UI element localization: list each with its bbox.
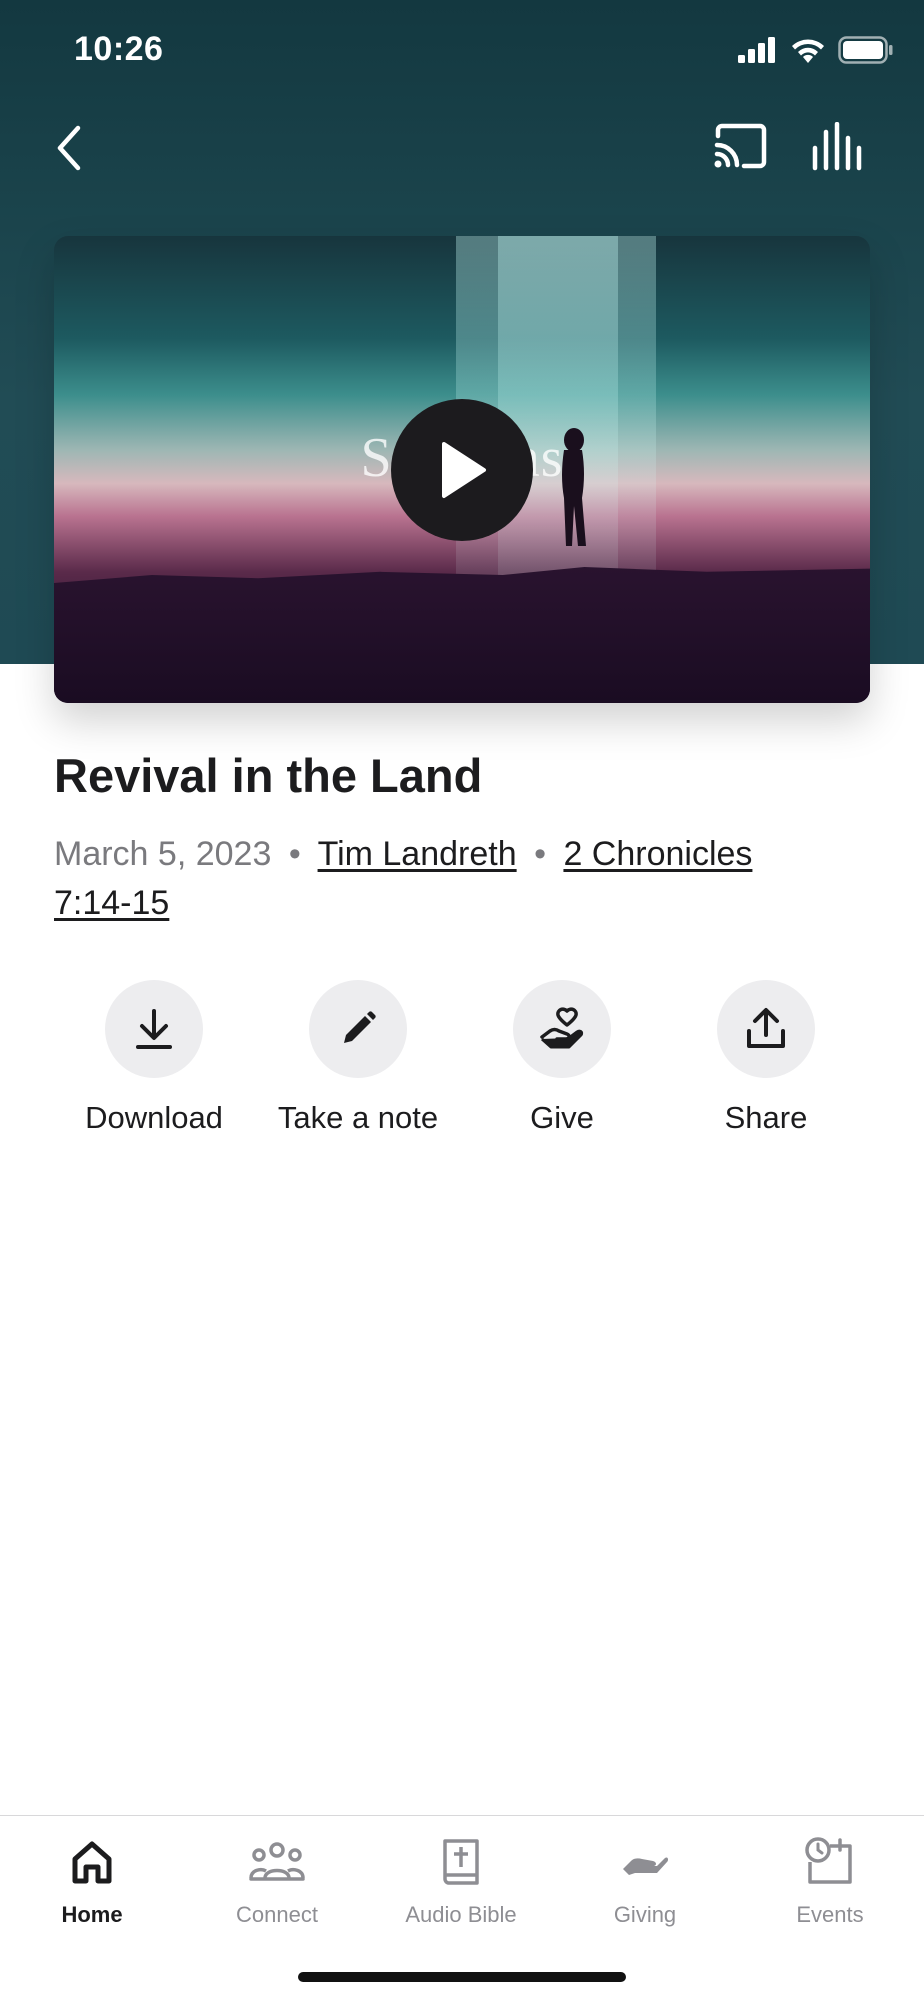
share-icon xyxy=(747,1008,785,1048)
bible-icon xyxy=(443,1839,479,1885)
giving-hand-icon xyxy=(623,1857,669,1875)
tab-events[interactable]: Events xyxy=(738,1832,922,1928)
signal-icon xyxy=(738,37,778,68)
tab-connect[interactable]: Connect xyxy=(185,1832,369,1928)
download-label: Download xyxy=(85,1100,223,1135)
battery-icon xyxy=(838,36,894,69)
sermon-title: Revival in the Land xyxy=(54,749,483,802)
home-icon xyxy=(72,1841,112,1884)
meta-separator: • xyxy=(288,835,301,873)
home-indicator xyxy=(298,1972,626,1982)
status-bar: 10:26 xyxy=(0,0,924,100)
top-navigation xyxy=(0,112,924,182)
take-note-circle xyxy=(309,980,407,1078)
give-label: Give xyxy=(530,1100,594,1135)
action-row: Download Take a note Give Share xyxy=(54,980,870,1140)
play-button[interactable] xyxy=(391,399,533,541)
wifi-icon xyxy=(790,36,826,69)
sermon-detail-screen: 10:26 Revival in the Land March 5, 2023 … xyxy=(0,0,924,2000)
back-chevron-icon xyxy=(57,125,81,171)
tab-audio-bible[interactable]: Audio Bible xyxy=(369,1832,553,1928)
tab-giving-label: Giving xyxy=(613,1902,677,1927)
download-circle xyxy=(105,980,203,1078)
speaker-link[interactable]: Tim Landreth xyxy=(318,835,517,873)
share-label: Share xyxy=(724,1100,808,1135)
cast-button[interactable] xyxy=(712,122,768,174)
sermon-video-player[interactable]: Sermons xyxy=(54,236,870,703)
tab-giving[interactable]: Giving xyxy=(553,1832,737,1928)
back-button[interactable] xyxy=(50,120,100,176)
audio-button[interactable] xyxy=(810,121,866,174)
status-time: 10:26 xyxy=(74,30,164,68)
sermon-date: March 5, 2023 xyxy=(54,835,272,873)
give-circle xyxy=(513,980,611,1078)
sermon-meta: March 5, 2023 • Tim Landreth • 2 Chronic… xyxy=(54,830,814,928)
meta-separator: • xyxy=(534,835,546,873)
tab-connect-label: Connect xyxy=(236,1902,318,1927)
take-note-button[interactable]: Take a note xyxy=(258,980,458,1136)
tab-home[interactable]: Home xyxy=(0,1832,184,1928)
share-circle xyxy=(717,980,815,1078)
tab-events-label: Events xyxy=(796,1902,864,1927)
download-button[interactable]: Download xyxy=(54,980,254,1136)
status-icons xyxy=(738,36,894,69)
heart-hand-icon xyxy=(540,1007,584,1049)
pencil-icon xyxy=(344,1011,376,1043)
download-icon xyxy=(136,1009,172,1049)
cast-icon xyxy=(714,123,767,169)
give-button[interactable]: Give xyxy=(462,980,662,1136)
audio-equalizer-icon xyxy=(812,121,862,171)
calendar-clock-icon xyxy=(805,1837,852,1884)
tab-audio-bible-label: Audio Bible xyxy=(405,1902,517,1927)
share-button[interactable]: Share xyxy=(666,980,866,1136)
take-note-label: Take a note xyxy=(277,1100,439,1135)
tab-home-label: Home xyxy=(61,1902,123,1927)
play-icon xyxy=(442,442,486,498)
people-icon xyxy=(249,1842,305,1881)
